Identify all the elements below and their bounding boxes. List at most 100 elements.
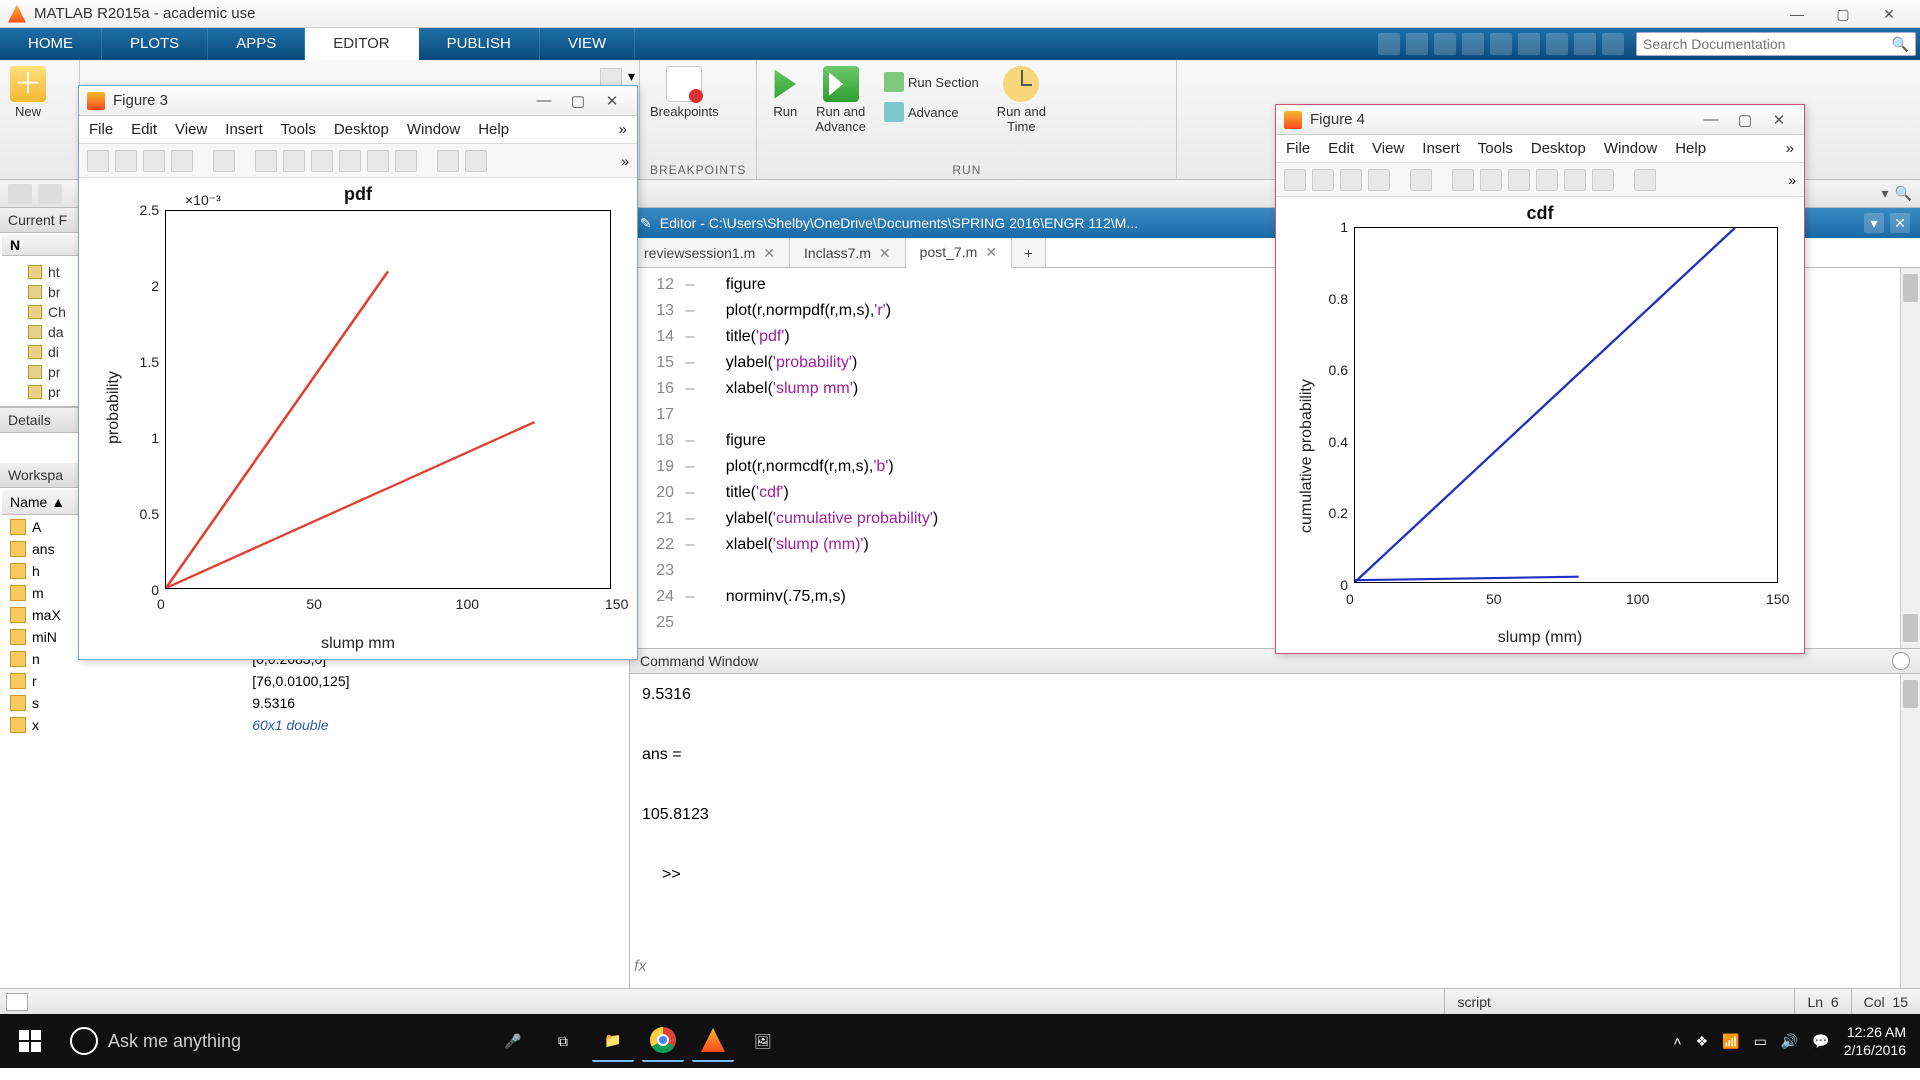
tab-close-icon[interactable]: ✕	[763, 238, 775, 268]
menu-view[interactable]: View	[175, 121, 207, 138]
forward-button[interactable]	[38, 184, 62, 204]
menu-desktop[interactable]: Desktop	[334, 121, 389, 138]
tray-up-icon[interactable]: ˄	[1673, 1033, 1681, 1049]
workspace-row[interactable]: r[76,0.0100,125]	[2, 671, 627, 691]
task-view-icon[interactable]: ⧉	[542, 1020, 584, 1062]
address-dropdown-icon[interactable]: ▾	[1882, 185, 1889, 202]
chrome-icon[interactable]	[642, 1020, 684, 1062]
menu-edit[interactable]: Edit	[1328, 140, 1354, 157]
file-explorer-icon[interactable]: 📁	[592, 1020, 634, 1062]
add-tab-button[interactable]: +	[1012, 238, 1046, 267]
save-icon[interactable]	[1406, 33, 1428, 55]
workspace-row[interactable]: x60x1 double	[2, 715, 627, 735]
maximize-button[interactable]: ▢	[1820, 0, 1866, 28]
cortana-icon[interactable]	[70, 1027, 98, 1055]
data-cursor-icon[interactable]	[1564, 169, 1586, 191]
run-section-button[interactable]: Run Section	[878, 70, 985, 94]
toolbar-overflow-icon[interactable]: »	[1788, 172, 1796, 188]
figure-close-button[interactable]: ✕	[1762, 111, 1796, 129]
print-figure-icon[interactable]	[171, 150, 193, 172]
zoom-in-icon[interactable]	[1452, 169, 1474, 191]
run-and-advance-button[interactable]: Run and Advance	[815, 66, 866, 134]
rotate-icon[interactable]	[339, 150, 361, 172]
menu-help[interactable]: Help	[478, 121, 509, 138]
editor-scrollbar[interactable]	[1900, 268, 1920, 648]
taskbar-clock[interactable]: 12:26 AM 2/16/2016	[1844, 1023, 1906, 1059]
tab-editor[interactable]: EDITOR	[305, 28, 418, 60]
command-window[interactable]: 9.5316 ans = 105.8123 fx>>	[630, 674, 1920, 988]
figure-minimize-button[interactable]: —	[1694, 111, 1728, 128]
menu-help[interactable]: Help	[1675, 140, 1706, 157]
tab-apps[interactable]: APPS	[208, 28, 305, 60]
brush-icon[interactable]	[395, 150, 417, 172]
menu-window[interactable]: Window	[407, 121, 460, 138]
tab-view[interactable]: VIEW	[540, 28, 635, 60]
menu-desktop[interactable]: Desktop	[1531, 140, 1586, 157]
toolbar-overflow-icon[interactable]: »	[621, 153, 629, 169]
figure-maximize-button[interactable]: ▢	[1728, 111, 1762, 129]
editor-restore-icon[interactable]: ▾	[1864, 213, 1884, 233]
back-button[interactable]	[8, 184, 32, 204]
link-icon[interactable]	[1634, 169, 1656, 191]
menu-overflow-icon[interactable]: »	[1786, 140, 1794, 157]
menu-insert[interactable]: Insert	[1422, 140, 1460, 157]
tab-close-icon[interactable]: ✕	[879, 238, 891, 268]
save-figure-icon[interactable]	[143, 150, 165, 172]
tray-sync-icon[interactable]: ❖	[1696, 1033, 1709, 1050]
menu-tools[interactable]: Tools	[1478, 140, 1513, 157]
new-figure-icon[interactable]	[1284, 169, 1306, 191]
editor-close-icon[interactable]: ✕	[1890, 213, 1910, 233]
brush-icon[interactable]	[1592, 169, 1614, 191]
command-options-icon[interactable]	[1892, 652, 1910, 670]
command-scrollbar[interactable]	[1900, 674, 1920, 988]
save-all-icon[interactable]	[1378, 33, 1400, 55]
notifications-icon[interactable]: 💬	[1812, 1033, 1829, 1050]
breakpoints-button[interactable]: Breakpoints	[650, 66, 719, 119]
photos-icon[interactable]: 🖼	[742, 1020, 784, 1062]
matlab-taskbar-icon[interactable]	[692, 1020, 734, 1062]
figure-4-window[interactable]: Figure 4 — ▢ ✕ FileEditViewInsertToolsDe…	[1275, 104, 1805, 654]
advance-button[interactable]: Advance	[878, 100, 985, 124]
tab-plots[interactable]: PLOTS	[102, 28, 208, 60]
run-and-time-button[interactable]: Run and Time	[997, 66, 1046, 134]
cut-icon[interactable]	[1434, 33, 1456, 55]
system-tray[interactable]: ˄ ❖ 📶 ▭ 🔊 💬 12:26 AM 2/16/2016	[1673, 1023, 1920, 1059]
open-figure-icon[interactable]	[1312, 169, 1334, 191]
print-figure-icon[interactable]	[1368, 169, 1390, 191]
doc-search-input[interactable]	[1643, 36, 1892, 52]
pointer-icon[interactable]	[213, 150, 235, 172]
print-icon[interactable]	[1574, 33, 1596, 55]
fx-icon[interactable]: fx	[634, 952, 646, 982]
link-icon[interactable]	[437, 150, 459, 172]
tab-publish[interactable]: PUBLISH	[419, 28, 540, 60]
editor-tab[interactable]: Inclass7.m✕	[790, 238, 906, 267]
workspace-row[interactable]: s9.5316	[2, 693, 627, 713]
run-button[interactable]: Run	[767, 66, 803, 119]
figure-minimize-button[interactable]: —	[527, 92, 561, 109]
figure-close-button[interactable]: ✕	[595, 92, 629, 110]
wifi-icon[interactable]: 📶	[1722, 1033, 1739, 1050]
editor-tab[interactable]: reviewsession1.m✕	[630, 238, 790, 267]
minimize-button[interactable]: —	[1774, 0, 1820, 28]
figure-3-window[interactable]: Figure 3 — ▢ ✕ FileEditViewInsertToolsDe…	[78, 85, 638, 660]
search-icon[interactable]: 🔍	[1892, 36, 1909, 53]
pan-icon[interactable]	[311, 150, 333, 172]
copy-icon[interactable]	[1462, 33, 1484, 55]
rotate-icon[interactable]	[1536, 169, 1558, 191]
tab-close-icon[interactable]: ✕	[985, 237, 997, 267]
data-cursor-icon[interactable]	[367, 150, 389, 172]
battery-icon[interactable]: ▭	[1754, 1033, 1767, 1050]
menu-file[interactable]: File	[89, 121, 113, 138]
help-icon[interactable]	[1602, 33, 1624, 55]
new-button[interactable]: ＋ New	[10, 66, 46, 119]
cortana-input[interactable]: Ask me anything	[108, 1021, 488, 1061]
editor-tab[interactable]: post_7.m✕	[906, 238, 1012, 268]
menu-edit[interactable]: Edit	[131, 121, 157, 138]
menu-overflow-icon[interactable]: »	[619, 121, 627, 138]
undo-icon[interactable]	[1518, 33, 1540, 55]
menu-file[interactable]: File	[1286, 140, 1310, 157]
close-button[interactable]: ✕	[1866, 0, 1912, 28]
volume-icon[interactable]: 🔊	[1781, 1033, 1798, 1050]
tab-home[interactable]: HOME	[0, 28, 102, 60]
paste-icon[interactable]	[1490, 33, 1512, 55]
